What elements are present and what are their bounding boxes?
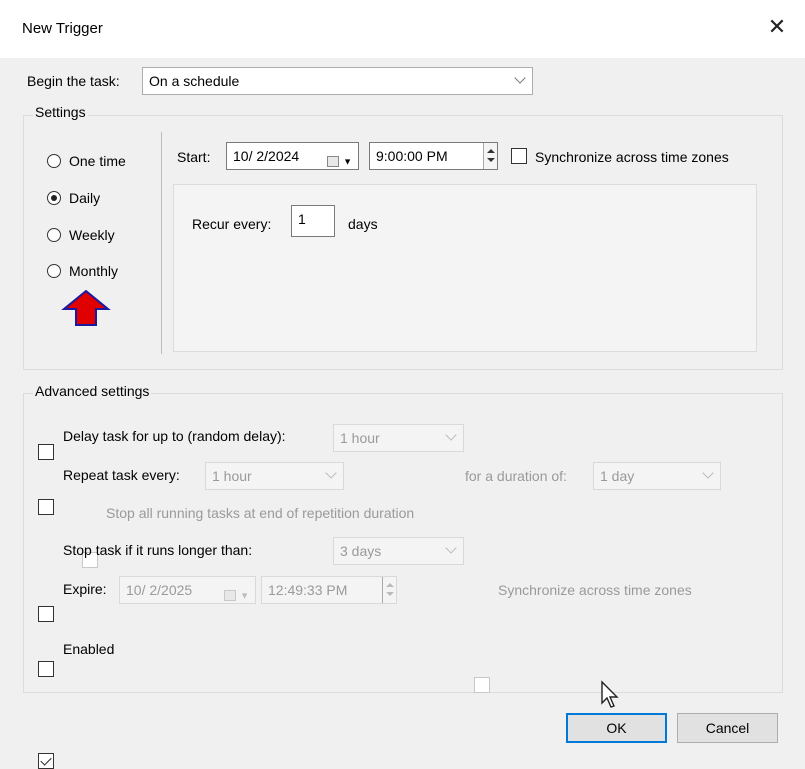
- repeat-value: 1 hour: [212, 468, 252, 484]
- expire-date-value: 10/ 2/2025: [126, 582, 193, 598]
- radio-label: Daily: [69, 190, 101, 206]
- radio-circle: [47, 228, 61, 242]
- start-date-picker[interactable]: 10/ 2/2024 ▼: [226, 142, 359, 170]
- chevron-down-icon: [445, 429, 457, 441]
- stop-running-tasks-label: Stop all running tasks at end of repetit…: [106, 505, 415, 521]
- duration-label: for a duration of:: [465, 468, 567, 484]
- spin-down-icon: [386, 592, 394, 596]
- chevron-down-icon: [702, 467, 714, 479]
- expire-time-value: 12:49:33 PM: [268, 582, 348, 598]
- radio-weekly[interactable]: Weekly: [47, 227, 115, 243]
- stop-longer-dropdown[interactable]: 3 days: [333, 537, 464, 565]
- stop-longer-label: Stop task if it runs longer than:: [63, 542, 253, 558]
- title-bar: [0, 0, 805, 58]
- expire-label: Expire:: [63, 581, 107, 597]
- delay-checkbox[interactable]: [38, 444, 54, 460]
- radio-label: Monthly: [69, 263, 119, 279]
- expire-sync-checkbox[interactable]: [474, 677, 490, 693]
- radio-monthly[interactable]: Monthly: [47, 263, 118, 279]
- expire-time-field[interactable]: 12:49:33 PM: [261, 576, 397, 604]
- recur-input[interactable]: 1: [291, 205, 335, 237]
- radio-label: Weekly: [69, 227, 115, 243]
- expire-date-picker[interactable]: 10/ 2/2025 ▼: [119, 576, 256, 604]
- stop-longer-checkbox[interactable]: [38, 606, 54, 622]
- recur-label: Recur every:: [192, 216, 272, 232]
- stop-longer-value: 3 days: [340, 543, 382, 559]
- delay-value: 1 hour: [340, 430, 380, 446]
- radio-one-time[interactable]: One time: [47, 153, 126, 169]
- spin-up-icon: [487, 149, 495, 153]
- enabled-checkbox[interactable]: [38, 753, 54, 769]
- start-label: Start:: [177, 149, 211, 165]
- settings-divider: [161, 132, 162, 354]
- recur-unit: days: [348, 216, 378, 232]
- repeat-checkbox[interactable]: [38, 499, 54, 515]
- radio-circle: [47, 264, 61, 278]
- advanced-settings-legend: Advanced settings: [33, 383, 152, 399]
- chevron-down-icon: [445, 542, 457, 554]
- enabled-label: Enabled: [63, 641, 115, 657]
- window-title: New Trigger: [22, 20, 103, 37]
- duration-value: 1 day: [600, 468, 635, 484]
- repeat-dropdown[interactable]: 1 hour: [205, 462, 344, 490]
- arrow-up-annotation: [61, 289, 111, 326]
- calendar-icon: [224, 589, 237, 601]
- start-date-value: 10/ 2/2024: [233, 148, 300, 164]
- settings-legend: Settings: [33, 104, 88, 120]
- calendar-icon: [327, 155, 340, 167]
- delay-label: Delay task for up to (random delay):: [63, 428, 286, 444]
- chevron-down-icon: [514, 72, 526, 84]
- dropdown-arrow-icon: ▼: [343, 156, 352, 167]
- begin-task-label: Begin the task:: [27, 73, 120, 89]
- expire-checkbox[interactable]: [38, 661, 54, 677]
- radio-daily[interactable]: Daily: [47, 190, 100, 206]
- dropdown-arrow-icon: ▼: [240, 590, 249, 601]
- time-spinner[interactable]: [382, 577, 396, 603]
- ok-button[interactable]: OK: [566, 713, 667, 743]
- start-time-field[interactable]: 9:00:00 PM: [369, 142, 498, 170]
- mouse-pointer-icon: [601, 680, 619, 708]
- cancel-button[interactable]: Cancel: [677, 713, 778, 743]
- spin-up-icon: [386, 583, 394, 587]
- chevron-down-icon: [325, 467, 337, 479]
- begin-task-value: On a schedule: [149, 73, 240, 89]
- recur-panel: [173, 184, 757, 352]
- spin-down-icon: [487, 158, 495, 162]
- duration-dropdown[interactable]: 1 day: [593, 462, 721, 490]
- repeat-label: Repeat task every:: [63, 467, 180, 483]
- begin-task-dropdown[interactable]: On a schedule: [142, 67, 533, 95]
- time-spinner[interactable]: [483, 143, 497, 169]
- sync-time-zones-label: Synchronize across time zones: [535, 149, 729, 165]
- expire-sync-label: Synchronize across time zones: [498, 582, 692, 598]
- close-icon[interactable]: ✕: [766, 14, 788, 40]
- start-time-value: 9:00:00 PM: [376, 148, 448, 164]
- delay-dropdown[interactable]: 1 hour: [333, 424, 464, 452]
- radio-label: One time: [69, 153, 126, 169]
- radio-circle: [47, 154, 61, 168]
- radio-circle: [47, 191, 61, 205]
- sync-time-zones-checkbox[interactable]: [511, 148, 527, 164]
